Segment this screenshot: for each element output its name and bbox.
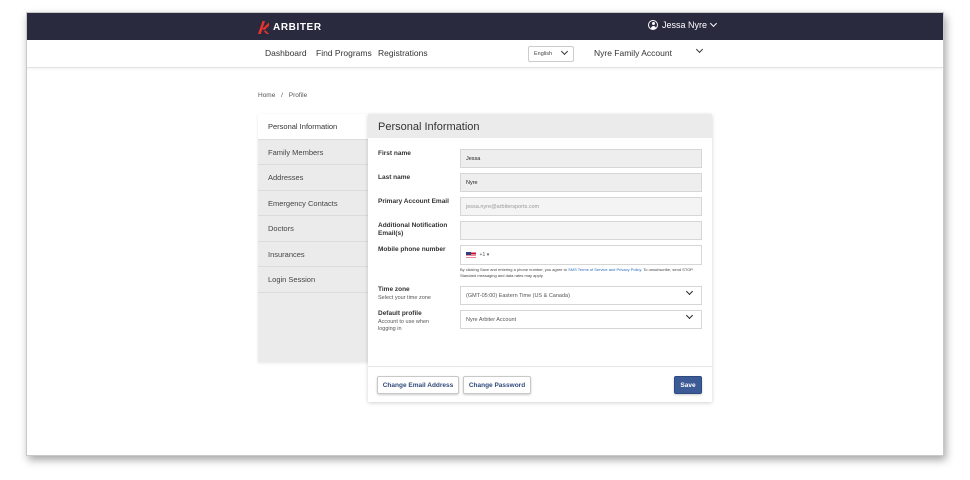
breadcrumb-separator: / xyxy=(281,92,283,99)
main-nav: Dashboard Find Programs Registrations En… xyxy=(27,40,943,68)
first-name-label: First name xyxy=(378,150,411,157)
sidebar-item-doctors[interactable]: Doctors xyxy=(258,216,368,242)
sidebar-item-emergency-contacts[interactable]: Emergency Contacts xyxy=(258,191,368,216)
timezone-label: Time zone xyxy=(378,286,410,293)
breadcrumb-home[interactable]: Home xyxy=(258,92,275,99)
arbiter-logo[interactable]: ARBITER xyxy=(258,20,322,34)
timezone-select[interactable]: (GMT-05:00) Eastern Time (US & Canada) xyxy=(460,286,702,305)
email-field: jessa.nyre@arbitersports.com xyxy=(460,197,702,216)
timezone-sublabel: Select your time zone xyxy=(378,295,431,301)
account-select[interactable]: Nyre Family Account xyxy=(594,48,672,58)
breadcrumb: Home / Profile xyxy=(258,92,307,99)
sms-terms-link[interactable]: SMS Terms of Service and Privacy Policy xyxy=(568,267,641,272)
language-value: English xyxy=(534,51,553,57)
top-bar: ARBITER Jessa Nyre xyxy=(27,13,943,40)
nav-registrations[interactable]: Registrations xyxy=(378,48,428,58)
nav-find-programs[interactable]: Find Programs xyxy=(316,48,372,58)
us-flag-icon[interactable] xyxy=(466,252,476,258)
default-profile-select[interactable]: Nyre Arbiter Account xyxy=(460,310,702,329)
nav-dashboard[interactable]: Dashboard xyxy=(265,48,307,58)
email-label: Primary Account Email xyxy=(378,198,449,205)
default-profile-label: Default profile xyxy=(378,310,422,317)
first-name-field[interactable]: Jessa xyxy=(460,149,702,168)
last-name-label: Last name xyxy=(378,174,411,181)
sidebar-item-insurances[interactable]: Insurances xyxy=(258,242,368,267)
brand-name: ARBITER xyxy=(273,21,322,33)
chevron-down-icon[interactable] xyxy=(695,45,704,54)
timezone-value: (GMT-05:00) Eastern Time (US & Canada) xyxy=(466,293,570,299)
additional-email-field[interactable] xyxy=(460,221,702,240)
personal-information-panel: Personal Information First name Jessa La… xyxy=(368,114,712,402)
sms-consent-text: By clicking Save and entering a phone nu… xyxy=(460,267,704,279)
last-name-value: Nyre xyxy=(466,180,478,186)
caret-down-icon[interactable]: ▾ xyxy=(487,252,490,258)
user-menu[interactable]: Jessa Nyre xyxy=(648,19,718,30)
consent-prefix: By clicking Save and entering a phone nu… xyxy=(460,267,567,272)
change-password-button[interactable]: Change Password xyxy=(463,376,531,394)
chevron-down-icon xyxy=(685,287,694,296)
chevron-down-icon xyxy=(709,19,718,28)
sidebar-item-addresses[interactable]: Addresses xyxy=(258,165,368,191)
user-name: Jessa Nyre xyxy=(662,20,708,30)
save-button[interactable]: Save xyxy=(674,376,702,394)
additional-email-label: Additional Notification Email(s) xyxy=(378,222,448,237)
breadcrumb-current: Profile xyxy=(288,92,308,99)
profile-sidebar: Personal Information Family Members Addr… xyxy=(258,114,368,362)
user-icon xyxy=(648,20,658,30)
sidebar-item-personal-information[interactable]: Personal Information xyxy=(258,114,368,140)
default-profile-sublabel: Account to use when logging in xyxy=(378,319,430,332)
arbiter-logo-icon xyxy=(258,20,269,34)
mobile-label: Mobile phone number xyxy=(378,246,446,253)
panel-title: Personal Information xyxy=(368,114,712,138)
sidebar-item-login-session[interactable]: Login Session xyxy=(258,267,368,293)
sidebar-item-family-members[interactable]: Family Members xyxy=(258,140,368,165)
panel-footer: Change Email Address Change Password Sav… xyxy=(368,366,712,402)
change-email-button[interactable]: Change Email Address xyxy=(377,376,459,394)
app-window: ARBITER Jessa Nyre Dashboard Find Progra… xyxy=(26,12,944,456)
default-profile-value: Nyre Arbiter Account xyxy=(466,317,517,323)
mobile-field[interactable]: +1 ▾ xyxy=(460,245,702,265)
first-name-value: Jessa xyxy=(466,156,481,162)
chevron-down-icon xyxy=(560,47,569,56)
language-select[interactable]: English xyxy=(528,46,574,62)
last-name-field[interactable]: Nyre xyxy=(460,173,702,192)
email-value: jessa.nyre@arbitersports.com xyxy=(466,204,540,210)
chevron-down-icon xyxy=(685,311,694,320)
country-code[interactable]: +1 xyxy=(480,252,486,258)
